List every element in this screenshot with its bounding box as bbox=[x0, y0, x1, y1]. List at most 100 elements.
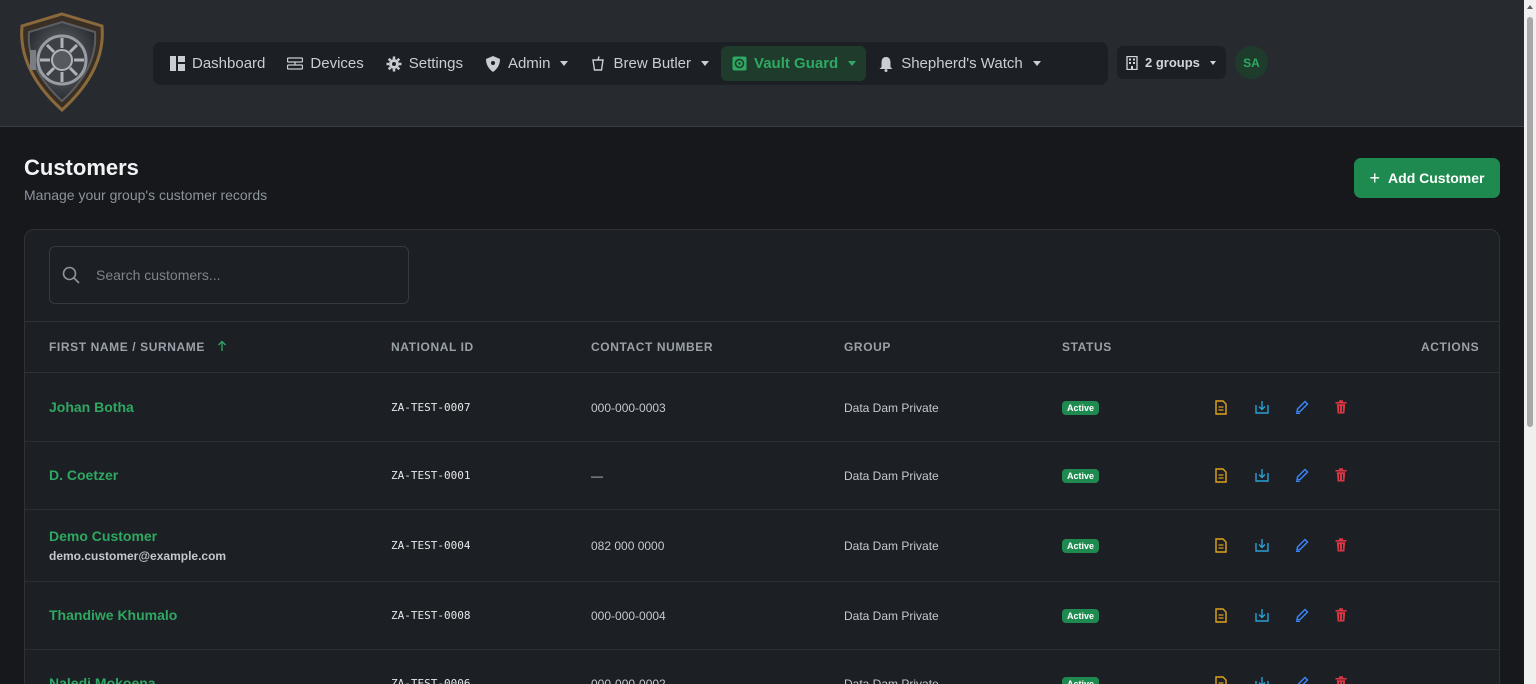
search-box[interactable] bbox=[49, 246, 409, 304]
row-actions bbox=[1215, 398, 1375, 416]
dashboard-icon bbox=[169, 56, 185, 72]
customer-name-link[interactable]: Demo Customer bbox=[49, 528, 157, 544]
plus-icon: + bbox=[1369, 168, 1381, 188]
nav-admin[interactable]: Admin bbox=[475, 46, 579, 81]
download-button[interactable] bbox=[1255, 466, 1295, 484]
edit-button[interactable] bbox=[1295, 606, 1335, 624]
status-badge: Active bbox=[1062, 609, 1100, 623]
delete-button[interactable] bbox=[1335, 466, 1375, 484]
customer-email: demo.customer@example.com bbox=[49, 549, 227, 563]
user-avatar[interactable]: SA bbox=[1235, 46, 1268, 79]
delete-button[interactable] bbox=[1335, 398, 1375, 416]
trash-icon bbox=[1335, 608, 1347, 622]
top-navbar: Dashboard Devices Settings Admin Brew Bu… bbox=[0, 0, 1524, 127]
gear-icon bbox=[386, 56, 402, 72]
column-header-name[interactable]: FIRST NAME / SURNAME bbox=[49, 340, 227, 354]
nav-dashboard-label: Dashboard bbox=[192, 55, 266, 72]
scroll-up-icon[interactable] bbox=[1527, 5, 1533, 9]
devices-icon bbox=[287, 56, 304, 72]
table-header: FIRST NAME / SURNAME NATIONAL ID CONTACT… bbox=[25, 321, 1499, 373]
document-icon bbox=[1215, 537, 1227, 553]
group-name: Data Dam Private bbox=[844, 539, 939, 553]
customer-name-link[interactable]: Thandiwe Khumalo bbox=[49, 607, 177, 623]
group-selector[interactable]: 2 groups bbox=[1117, 46, 1226, 79]
table-row[interactable]: Thandiwe Khumalo ZA-TEST-0008 000-000-00… bbox=[25, 582, 1499, 650]
download-button[interactable] bbox=[1255, 398, 1295, 416]
nav-dashboard[interactable]: Dashboard bbox=[159, 46, 275, 81]
report-button[interactable] bbox=[1215, 398, 1255, 416]
nav-vault-guard[interactable]: Vault Guard bbox=[721, 46, 867, 81]
group-selector-label: 2 groups bbox=[1145, 55, 1200, 70]
contact-number: 000-000-0003 bbox=[591, 401, 666, 415]
national-id: ZA-TEST-0004 bbox=[391, 539, 471, 552]
search-input[interactable] bbox=[96, 267, 376, 283]
nav-brew-butler[interactable]: Brew Butler bbox=[580, 46, 719, 81]
trash-icon bbox=[1335, 676, 1347, 684]
vault-icon bbox=[731, 56, 747, 72]
nav-devices[interactable]: Devices bbox=[277, 46, 373, 81]
trash-icon bbox=[1335, 538, 1347, 552]
customers-card: FIRST NAME / SURNAME NATIONAL ID CONTACT… bbox=[24, 229, 1500, 684]
vault-shield-logo[interactable] bbox=[10, 10, 114, 114]
table-row[interactable]: D. Coetzer ZA-TEST-0001 — Data Dam Priva… bbox=[25, 442, 1499, 510]
column-header-national-id: NATIONAL ID bbox=[391, 340, 474, 354]
edit-button[interactable] bbox=[1295, 466, 1335, 484]
customer-name-link[interactable]: Johan Botha bbox=[49, 399, 134, 415]
report-button[interactable] bbox=[1215, 606, 1255, 624]
nav-devices-label: Devices bbox=[310, 55, 364, 72]
download-button[interactable] bbox=[1255, 536, 1295, 554]
document-icon bbox=[1215, 675, 1227, 684]
nav-shepherds-watch[interactable]: Shepherd's Watch bbox=[868, 46, 1051, 81]
delete-button[interactable] bbox=[1335, 536, 1375, 554]
download-icon bbox=[1255, 538, 1269, 552]
nav-vault-guard-label: Vault Guard bbox=[754, 55, 839, 72]
customer-name-link[interactable]: D. Coetzer bbox=[49, 467, 118, 483]
shield-icon bbox=[485, 55, 501, 72]
table-row[interactable]: Demo Customer demo.customer@example.com … bbox=[25, 510, 1499, 582]
row-actions bbox=[1215, 466, 1375, 484]
download-icon bbox=[1255, 400, 1269, 414]
national-id: ZA-TEST-0007 bbox=[391, 401, 471, 414]
edit-button[interactable] bbox=[1295, 536, 1335, 554]
group-name: Data Dam Private bbox=[844, 469, 939, 483]
table-row[interactable]: Naledi Mokoena ZA-TEST-0006 000-000-0002… bbox=[25, 650, 1499, 684]
nav-brew-butler-label: Brew Butler bbox=[613, 55, 692, 72]
group-name: Data Dam Private bbox=[844, 609, 939, 623]
status-badge: Active bbox=[1062, 469, 1100, 483]
report-button[interactable] bbox=[1215, 674, 1255, 684]
contact-number: 000-000-0004 bbox=[591, 609, 666, 623]
building-icon bbox=[1126, 55, 1138, 70]
nav-settings[interactable]: Settings bbox=[376, 46, 473, 81]
status-badge: Active bbox=[1062, 401, 1100, 415]
customer-name-link[interactable]: Naledi Mokoena bbox=[49, 675, 156, 684]
delete-button[interactable] bbox=[1335, 606, 1375, 624]
add-customer-button[interactable]: + Add Customer bbox=[1354, 158, 1500, 198]
delete-button[interactable] bbox=[1335, 674, 1375, 684]
contact-number: 082 000 0000 bbox=[591, 539, 665, 553]
document-icon bbox=[1215, 607, 1227, 623]
table-row[interactable]: Johan Botha ZA-TEST-0007 000-000-0003 Da… bbox=[25, 374, 1499, 442]
edit-button[interactable] bbox=[1295, 674, 1335, 684]
contact-number: 000-000-0002 bbox=[591, 677, 666, 684]
status-cell: Active bbox=[1062, 468, 1100, 483]
download-button[interactable] bbox=[1255, 674, 1295, 684]
download-icon bbox=[1255, 468, 1269, 482]
chevron-down-icon bbox=[560, 61, 569, 66]
row-actions bbox=[1215, 536, 1375, 554]
edit-button[interactable] bbox=[1295, 398, 1335, 416]
page-scrollbar[interactable] bbox=[1524, 0, 1536, 684]
nav-shepherds-watch-label: Shepherd's Watch bbox=[901, 55, 1023, 72]
scrollbar-thumb[interactable] bbox=[1527, 17, 1533, 427]
column-header-status: STATUS bbox=[1062, 340, 1112, 354]
report-button[interactable] bbox=[1215, 466, 1255, 484]
chevron-down-icon bbox=[848, 61, 857, 66]
report-button[interactable] bbox=[1215, 536, 1255, 554]
column-header-actions: ACTIONS bbox=[1421, 340, 1480, 354]
national-id: ZA-TEST-0001 bbox=[391, 469, 471, 482]
trash-icon bbox=[1335, 468, 1347, 482]
row-actions bbox=[1215, 606, 1375, 624]
download-button[interactable] bbox=[1255, 606, 1295, 624]
nav-settings-label: Settings bbox=[408, 55, 463, 72]
national-id: ZA-TEST-0008 bbox=[391, 609, 471, 622]
download-icon bbox=[1255, 676, 1269, 684]
